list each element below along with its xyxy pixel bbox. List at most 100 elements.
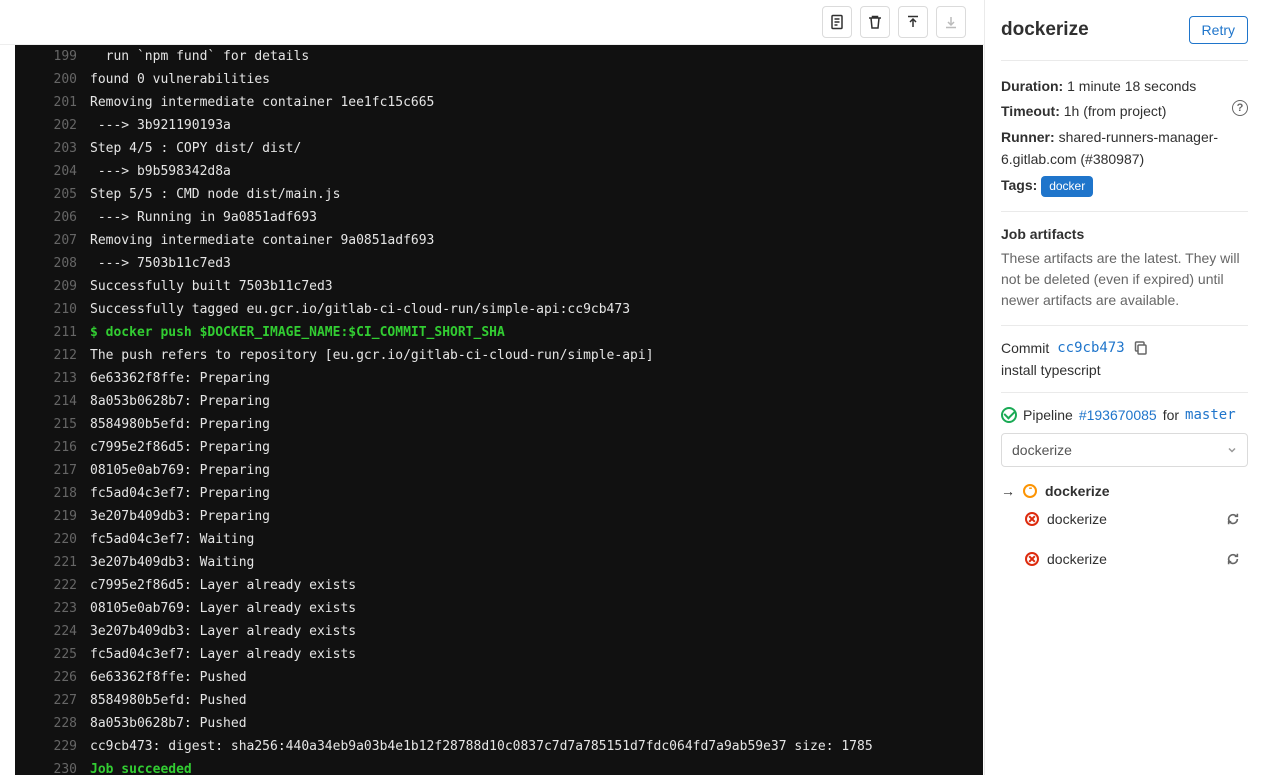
line-number[interactable]: 200 [15, 68, 90, 91]
duration-label: Duration: [1001, 78, 1063, 94]
line-number[interactable]: 224 [15, 620, 90, 643]
line-number[interactable]: 201 [15, 91, 90, 114]
line-number[interactable]: 223 [15, 597, 90, 620]
line-number[interactable]: 208 [15, 252, 90, 275]
log-line: 199 run `npm fund` for details [15, 45, 983, 68]
log-line: 222c7995e2f86d5: Layer already exists [15, 574, 983, 597]
line-text: 8584980b5efd: Preparing [90, 413, 983, 436]
status-passed-icon [1001, 407, 1017, 423]
duration-value: 1 minute 18 seconds [1067, 78, 1196, 94]
raw-log-button[interactable] [822, 6, 852, 38]
line-text: $ docker push $DOCKER_IMAGE_NAME:$CI_COM… [90, 321, 983, 344]
line-number[interactable]: 209 [15, 275, 90, 298]
log-line: 2193e207b409db3: Preparing [15, 505, 983, 528]
line-number[interactable]: 216 [15, 436, 90, 459]
line-text: Removing intermediate container 9a0851ad… [90, 229, 983, 252]
line-number[interactable]: 221 [15, 551, 90, 574]
commit-sha-link[interactable]: cc9cb473 [1057, 340, 1124, 356]
log-line: 2136e63362f8ffe: Preparing [15, 367, 983, 390]
stage-select-value: dockerize [1012, 442, 1072, 458]
job-log[interactable]: 199 run `npm fund` for details200found 0… [15, 45, 983, 775]
line-number[interactable]: 210 [15, 298, 90, 321]
status-failed-icon [1025, 512, 1039, 526]
log-line: 209Successfully built 7503b11c7ed3 [15, 275, 983, 298]
line-number[interactable]: 213 [15, 367, 90, 390]
line-number[interactable]: 205 [15, 183, 90, 206]
line-text: found 0 vulnerabilities [90, 68, 983, 91]
line-number[interactable]: 222 [15, 574, 90, 597]
line-number[interactable]: 218 [15, 482, 90, 505]
timeout-label: Timeout: [1001, 103, 1060, 119]
line-number[interactable]: 211 [15, 321, 90, 344]
line-number[interactable]: 212 [15, 344, 90, 367]
retry-job-icon[interactable] [1226, 512, 1240, 526]
log-line: 2266e63362f8ffe: Pushed [15, 666, 983, 689]
help-icon[interactable]: ? [1232, 100, 1248, 116]
arrow-right-icon: → [1001, 483, 1015, 499]
tag-docker[interactable]: docker [1041, 176, 1093, 197]
line-number[interactable]: 228 [15, 712, 90, 735]
line-text: 6e63362f8ffe: Preparing [90, 367, 983, 390]
line-number[interactable]: 206 [15, 206, 90, 229]
artifacts-heading: Job artifacts [1001, 226, 1248, 242]
retry-button[interactable]: Retry [1189, 16, 1248, 44]
line-text: Removing intermediate container 1ee1fc15… [90, 91, 983, 114]
stage-select[interactable]: dockerize [1001, 433, 1248, 467]
commit-label: Commit [1001, 340, 1049, 356]
copy-icon[interactable] [1133, 340, 1149, 356]
log-line: 206 ---> Running in 9a0851adf693 [15, 206, 983, 229]
log-line: 205Step 5/5 : CMD node dist/main.js [15, 183, 983, 206]
document-icon [829, 14, 845, 30]
log-line: 2243e207b409db3: Layer already exists [15, 620, 983, 643]
line-number[interactable]: 230 [15, 758, 90, 775]
line-number[interactable]: 227 [15, 689, 90, 712]
scroll-top-button[interactable] [898, 6, 928, 38]
line-text: 6e63362f8ffe: Pushed [90, 666, 983, 689]
line-number[interactable]: 203 [15, 137, 90, 160]
log-line: 2288a053b0628b7: Pushed [15, 712, 983, 735]
line-text: 8a053b0628b7: Pushed [90, 712, 983, 735]
log-line: 207Removing intermediate container 9a085… [15, 229, 983, 252]
job-meta: Duration: 1 minute 18 seconds ?Timeout: … [1001, 75, 1248, 197]
job-list: dockerizedockerize [1001, 499, 1248, 579]
line-text: c7995e2f86d5: Layer already exists [90, 574, 983, 597]
line-text: cc9cb473: digest: sha256:440a34eb9a03b4e… [90, 735, 983, 758]
line-text: fc5ad04c3ef7: Layer already exists [90, 643, 983, 666]
line-number[interactable]: 217 [15, 459, 90, 482]
line-number[interactable]: 219 [15, 505, 90, 528]
line-text: Successfully built 7503b11c7ed3 [90, 275, 983, 298]
log-line: 216c7995e2f86d5: Preparing [15, 436, 983, 459]
line-number[interactable]: 214 [15, 390, 90, 413]
line-number[interactable]: 226 [15, 666, 90, 689]
log-toolbar [0, 0, 984, 45]
log-line: 211$ docker push $DOCKER_IMAGE_NAME:$CI_… [15, 321, 983, 344]
line-number[interactable]: 220 [15, 528, 90, 551]
log-line: 204 ---> b9b598342d8a [15, 160, 983, 183]
line-number[interactable]: 204 [15, 160, 90, 183]
line-number[interactable]: 229 [15, 735, 90, 758]
pipeline-line: Pipeline #193670085 for master [1001, 407, 1248, 423]
line-text: Step 4/5 : COPY dist/ dist/ [90, 137, 983, 160]
artifacts-block: Job artifacts These artifacts are the la… [1001, 226, 1248, 311]
branch-link[interactable]: master [1185, 407, 1236, 423]
scroll-bottom-button[interactable] [936, 6, 966, 38]
job-item[interactable]: dockerize [1001, 539, 1248, 579]
line-number[interactable]: 202 [15, 114, 90, 137]
pipeline-id-link[interactable]: #193670085 [1079, 407, 1157, 423]
retry-job-icon[interactable] [1226, 552, 1240, 566]
arrow-up-bar-icon [905, 14, 921, 30]
log-line: 200found 0 vulnerabilities [15, 68, 983, 91]
arrow-down-bar-icon [943, 14, 959, 30]
line-number[interactable]: 207 [15, 229, 90, 252]
line-number[interactable]: 215 [15, 413, 90, 436]
line-number[interactable]: 199 [15, 45, 90, 68]
line-text: 8a053b0628b7: Preparing [90, 390, 983, 413]
job-item[interactable]: dockerize [1001, 499, 1248, 539]
line-number[interactable]: 225 [15, 643, 90, 666]
status-failed-icon [1025, 552, 1039, 566]
line-text: run `npm fund` for details [90, 45, 983, 68]
status-pending-icon [1023, 484, 1037, 498]
sidebar: dockerize Retry Duration: 1 minute 18 se… [984, 0, 1264, 775]
timeout-value: 1h (from project) [1064, 103, 1167, 119]
erase-log-button[interactable] [860, 6, 890, 38]
